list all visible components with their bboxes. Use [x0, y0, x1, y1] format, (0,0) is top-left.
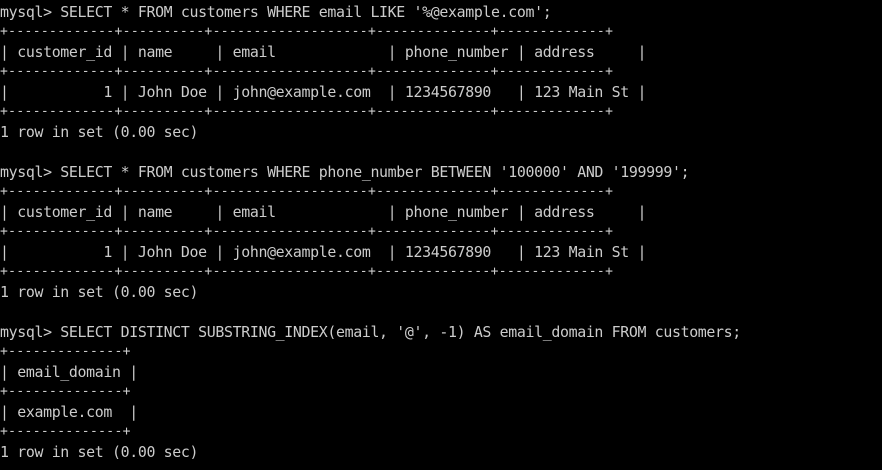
table-border: +-------------+----------+--------------… [0, 104, 614, 119]
table-border: +--------------+ [0, 424, 131, 439]
table-border: +-------------+----------+--------------… [0, 64, 614, 79]
query-prompt-3: mysql> SELECT DISTINCT SUBSTRING_INDEX(e… [0, 323, 741, 341]
table-border: +--------------+ [0, 384, 131, 399]
table-header-row: | customer_id | name | email | phone_num… [0, 43, 647, 61]
query-prompt-1: mysql> SELECT * FROM customers WHERE ema… [0, 3, 552, 21]
table-row: | 1 | John Doe | john@example.com | 1234… [0, 243, 647, 261]
table-row: | 1 | John Doe | john@example.com | 1234… [0, 83, 647, 101]
table-border: +-------------+----------+--------------… [0, 224, 614, 239]
query-prompt-2: mysql> SELECT * FROM customers WHERE pho… [0, 163, 690, 181]
table-border: +-------------+----------+--------------… [0, 184, 614, 199]
table-border: +-------------+----------+--------------… [0, 264, 614, 279]
table-header-row: | email_domain | [0, 363, 138, 381]
table-row: | example.com | [0, 403, 138, 421]
table-border: +-------------+----------+--------------… [0, 24, 614, 39]
result-status: 1 row in set (0.00 sec) [0, 443, 199, 461]
table-border: +--------------+ [0, 344, 131, 359]
result-status: 1 row in set (0.00 sec) [0, 283, 199, 301]
table-header-row: | customer_id | name | email | phone_num… [0, 203, 647, 221]
result-status: 1 row in set (0.00 sec) [0, 123, 199, 141]
terminal-output[interactable]: mysql> SELECT * FROM customers WHERE ema… [0, 2, 882, 470]
